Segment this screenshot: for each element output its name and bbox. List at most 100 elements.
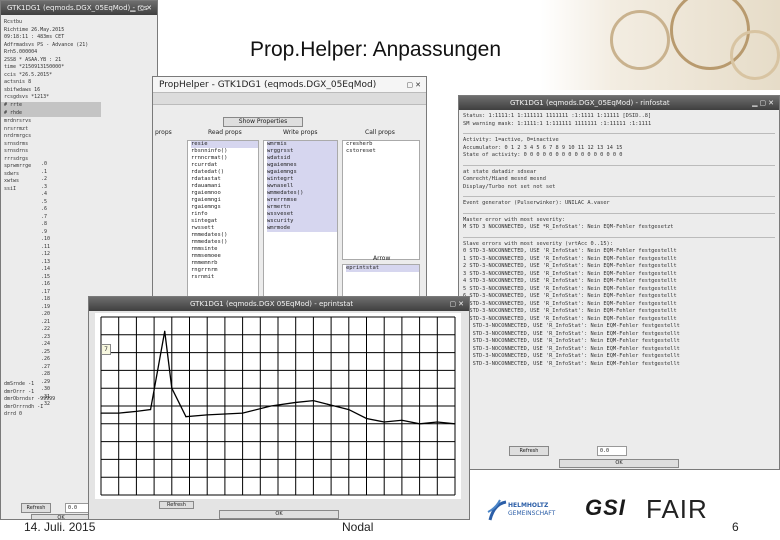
write-prop-item[interactable]: wintegrt — [267, 176, 337, 183]
rcs-row[interactable]: srnsdrms — [4, 141, 44, 149]
read-props-header: Read props — [208, 129, 242, 136]
rcs-index: .22 — [41, 326, 51, 332]
read-prop-item[interactable]: resie — [191, 141, 258, 148]
rcs-row[interactable]: rcsgdsvs *1213* — [4, 94, 100, 102]
write-prop-item[interactable]: wscurity — [267, 218, 337, 225]
read-prop-item[interactable]: rgaiemngi — [191, 197, 258, 204]
rcs-row[interactable]: 2SS8 * ASAA.YB : 21 — [4, 57, 100, 65]
write-prop-item[interactable]: wdatsid — [267, 155, 337, 162]
rcs-index: .25 — [41, 348, 51, 355]
show-properties-button[interactable]: Show Properties — [223, 117, 303, 127]
rcs-row[interactable]: Adfrmadsvs PS - Advance (21) — [4, 42, 100, 50]
refresh-button[interactable]: Refresh — [509, 446, 549, 456]
rcs-row[interactable]: ccis *26.5.2015* — [4, 72, 100, 80]
rcs-row[interactable]: sprwmrrge — [4, 163, 44, 171]
read-props-list[interactable]: resie rbsnninfo() rrnncrmat() rcurrdat rdate… — [187, 140, 259, 305]
write-prop-item[interactable]: wssveset — [267, 211, 337, 218]
read-prop-item[interactable]: rdatastat — [191, 176, 258, 183]
read-prop-item[interactable]: rwssett — [191, 225, 258, 232]
window-controls-icon[interactable]: ▁▢✕ — [752, 96, 776, 110]
write-prop-item[interactable]: wwnasell — [267, 183, 337, 190]
write-prop-item[interactable]: wmmedates() — [267, 190, 337, 197]
read-prop-item[interactable]: rmmsemoee — [191, 253, 258, 260]
rcs-row[interactable]: sbifwdaws 16 — [4, 87, 100, 95]
plot-point — [312, 400, 314, 402]
rcs-row[interactable]: rrrsdrgs — [4, 156, 44, 164]
read-prop-item[interactable]: rdatedat() — [191, 169, 258, 176]
rcs-selected-row[interactable]: # rhde — [1, 109, 101, 117]
rcs-row[interactable]: xwtws — [4, 178, 44, 186]
rcs-row[interactable]: 09:18:11 : 483ms CET — [4, 34, 100, 42]
slave-error-row: 14 STD-3-NOCONNECTED, USE 'R_InfoStat': … — [463, 353, 680, 359]
window-controls-icon[interactable]: ▢✕ — [450, 297, 466, 311]
divider — [463, 128, 775, 134]
rcs-selected-row[interactable]: # rrte — [1, 102, 101, 110]
read-prop-item[interactable]: rrnncrmat() — [191, 155, 258, 162]
rcs-index: .11 — [41, 243, 51, 250]
write-prop-item[interactable]: wgaiemngs — [267, 169, 337, 176]
props-header: props — [155, 129, 172, 136]
read-prop-item[interactable]: rngrrnrm — [191, 267, 258, 274]
rcs-row[interactable]: dmrOrrr -1 — [4, 389, 94, 397]
rcs-row[interactable]: dmrOrrrndh -1 — [4, 404, 94, 412]
prophelper-titlebar[interactable]: PropHelper - GTK1DG1 (eqmods.DGX_05EqMod… — [153, 77, 426, 93]
infostat-titlebar[interactable]: GTK1DG1 (eqmods.DGX_05EqMod) - rinfostat… — [459, 96, 779, 110]
rcs-index: .23 — [41, 333, 51, 340]
call-props-list[interactable]: cresherb cstoreset — [342, 140, 420, 260]
write-prop-item[interactable]: wrmertn — [267, 204, 337, 211]
eprintstat-plot[interactable] — [95, 313, 461, 499]
rcs-row[interactable]: dmrObrndsr -99999 — [4, 396, 94, 404]
eprintstat-titlebar[interactable]: GTK1DG1 (eqmods.DGX 05EqMod) - eprintsta… — [89, 297, 469, 311]
rcs-row[interactable]: ssiI — [4, 186, 44, 194]
rcs-index: .10 — [41, 236, 51, 242]
read-prop-item[interactable]: rgaiemngs — [191, 204, 258, 211]
slave-error-row: 15 STD-3-NOCONNECTED, USE 'R_InfoStat': … — [463, 360, 680, 367]
read-prop-item[interactable]: rdauamani — [191, 183, 258, 190]
rcs-row[interactable]: Richtime 26.May.2015 — [4, 27, 100, 35]
rcs-row[interactable]: nrsrrmzt — [4, 126, 44, 134]
write-props-list[interactable]: wmrmis wrggrsst wdatsid wgaiemnes wgaiemngs w… — [263, 140, 338, 305]
rcs-row[interactable]: drrd 0 — [4, 411, 94, 419]
divider — [463, 160, 775, 166]
read-prop-item[interactable]: rmmedates() — [191, 239, 258, 246]
ok-button[interactable]: OK — [219, 510, 339, 519]
rcs-row[interactable]: time *2150913150000* — [4, 64, 100, 72]
read-prop-item[interactable]: sintegat — [191, 218, 258, 225]
rcs-row[interactable]: srnsdrns — [4, 148, 44, 156]
plot-point — [100, 412, 102, 414]
read-prop-item[interactable]: rmmedates() — [191, 232, 258, 239]
refresh-button[interactable]: Refresh — [159, 501, 194, 509]
rcs-titlebar[interactable]: GTK1DG1 (eqmods.DGX_05EqMod) - rcs ▁▢✕ — [1, 1, 157, 15]
rcs-row[interactable]: actsnis 8 — [4, 79, 100, 87]
call-prop-item[interactable]: cstoreset — [346, 148, 419, 155]
refresh-interval-field[interactable]: 0.0 — [597, 446, 627, 456]
read-prop-item[interactable]: rbsnninfo() — [191, 148, 258, 155]
arrow-list-item[interactable]: eprintstat — [346, 265, 419, 272]
slave-error-row: 0 STD-3-NOCONNECTED, USE 'R_InfoStat': N… — [463, 248, 677, 254]
write-prop-item[interactable]: wmrmis — [267, 141, 337, 148]
rcs-row[interactable]: Rrh5.000004 — [4, 49, 100, 57]
rcs-row[interactable]: sdwrs — [4, 171, 44, 179]
mode-row: Comrecht/Hiand mesnd mesnd — [463, 176, 546, 182]
write-prop-item[interactable]: wrggrsst — [267, 148, 337, 155]
read-prop-item[interactable]: rmmsinte — [191, 246, 258, 253]
master-error-row: M STD 3 NOCONNECTED, USE *R_InfoStat': N… — [463, 224, 674, 230]
read-prop-item[interactable]: rmmemnrb — [191, 260, 258, 267]
plot-point — [295, 401, 297, 404]
window-controls-icon[interactable]: ▢✕ — [407, 77, 423, 92]
rcs-row[interactable]: mrdnrsrvs — [4, 118, 44, 126]
call-prop-item[interactable]: cresherb — [346, 141, 419, 148]
write-prop-item[interactable]: wgaiemnes — [267, 162, 337, 169]
rcs-row[interactable]: dmSrnde -1 — [4, 381, 94, 389]
ok-button[interactable]: OK — [559, 459, 679, 468]
read-prop-item[interactable]: rinfo — [191, 211, 258, 218]
window-controls-icon[interactable]: ▁▢✕ — [130, 1, 154, 15]
rcs-row[interactable]: nrdrmrgcs — [4, 133, 44, 141]
read-prop-item[interactable]: rgaiemnoo — [191, 190, 258, 197]
write-prop-item[interactable]: wrerrnmse — [267, 197, 337, 204]
read-prop-item[interactable]: rsrnmit — [191, 274, 258, 281]
rcs-row[interactable]: Rcstbu — [4, 19, 100, 27]
read-prop-item[interactable]: rcurrdat — [191, 162, 258, 169]
write-prop-item[interactable]: wmrmode — [267, 225, 337, 232]
refresh-button[interactable]: Refresh — [21, 503, 51, 513]
